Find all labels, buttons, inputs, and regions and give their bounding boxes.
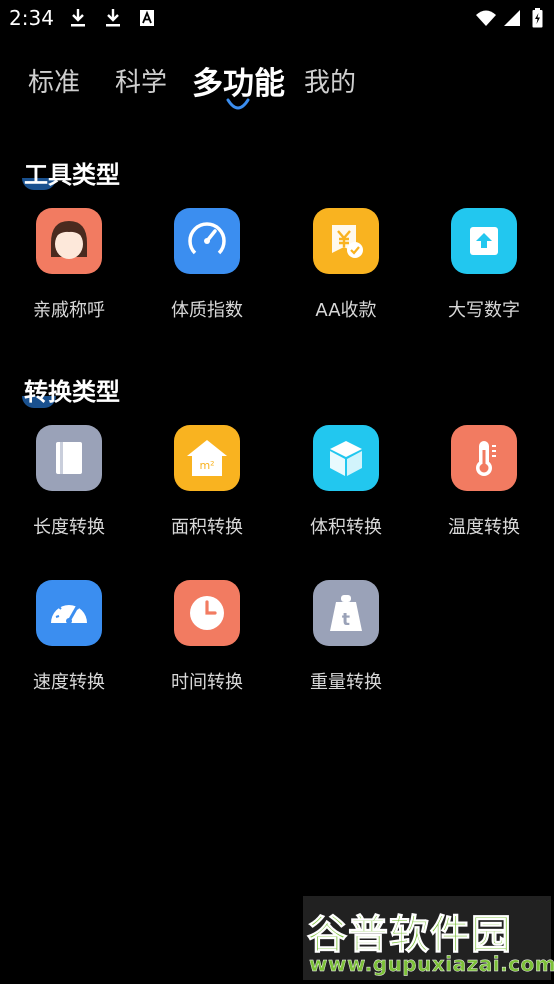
conv-length[interactable]: 长度转换	[0, 425, 138, 545]
clock-icon	[174, 580, 240, 646]
gauge-icon	[174, 208, 240, 274]
house-m2-icon: m²	[174, 425, 240, 491]
cube-icon	[313, 425, 379, 491]
conv-speed[interactable]: 速度转换	[0, 580, 138, 700]
signal-icon	[501, 6, 523, 30]
upload-arrow-icon	[451, 208, 517, 274]
tool-label: 亲戚称呼	[33, 300, 105, 321]
watermark-url: www.gupuxiazai.com	[309, 952, 554, 976]
tab-mine[interactable]: 我的	[304, 62, 356, 99]
tool-relatives-title[interactable]: 亲戚称呼	[0, 208, 138, 328]
tab-standard[interactable]: 标准	[28, 62, 80, 99]
conv-weight[interactable]: t 重量转换	[277, 580, 415, 700]
category-tabs: 标准 科学 多功能 我的	[0, 54, 554, 114]
tab-multifunction[interactable]: 多功能	[192, 58, 285, 103]
conv-label: 长度转换	[33, 517, 105, 538]
status-time: 2:34	[9, 6, 54, 30]
tool-bmi[interactable]: 体质指数	[138, 208, 276, 328]
section-title-tools: 工具类型	[24, 161, 120, 189]
conv-temperature[interactable]: 温度转换	[415, 425, 553, 545]
speedometer-icon	[36, 580, 102, 646]
tool-capital-numbers[interactable]: 大写数字	[415, 208, 553, 328]
conv-volume[interactable]: 体积转换	[277, 425, 415, 545]
thermometer-icon	[451, 425, 517, 491]
section-title-conversions: 转换类型	[24, 378, 120, 406]
book-icon	[36, 425, 102, 491]
tab-scientific[interactable]: 科学	[115, 62, 167, 99]
tool-aa-payment[interactable]: AA收款	[277, 208, 415, 328]
conv-time[interactable]: 时间转换	[138, 580, 276, 700]
download-icon	[101, 6, 125, 30]
conv-label: 温度转换	[448, 517, 520, 538]
girl-face-icon	[36, 208, 102, 274]
svg-text:t: t	[342, 610, 350, 630]
tool-label: 大写数字	[448, 300, 520, 321]
conv-label: 体积转换	[310, 517, 382, 538]
conv-label: 速度转换	[33, 672, 105, 693]
conv-area[interactable]: m² 面积转换	[138, 425, 276, 545]
battery-icon	[529, 6, 545, 30]
watermark: 谷普软件园 www.gupuxiazai.com	[303, 896, 554, 980]
download-icon	[66, 6, 90, 30]
tool-label: 体质指数	[171, 300, 243, 321]
yen-receipt-icon	[313, 208, 379, 274]
conv-label: 面积转换	[171, 517, 243, 538]
tab-indicator	[226, 98, 250, 110]
conv-label: 重量转换	[310, 672, 382, 693]
wifi-icon	[474, 6, 498, 30]
weight-icon: t	[313, 580, 379, 646]
status-bar: 2:34	[0, 0, 554, 38]
tool-label: AA收款	[315, 300, 377, 321]
font-a-icon	[136, 6, 158, 30]
svg-text:m²: m²	[199, 459, 214, 472]
conv-label: 时间转换	[171, 672, 243, 693]
